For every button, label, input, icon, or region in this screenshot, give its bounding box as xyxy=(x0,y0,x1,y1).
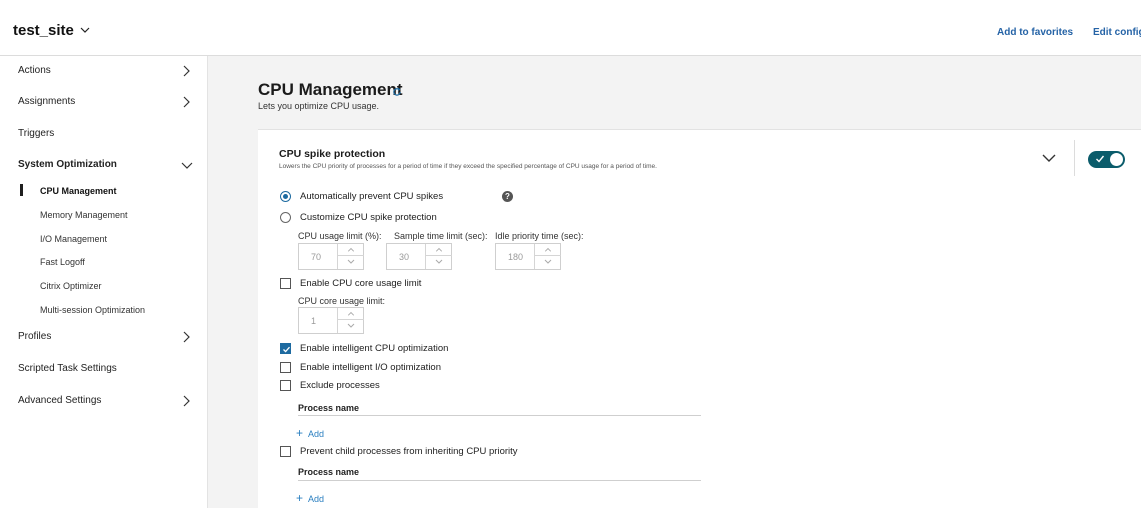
stepper-value[interactable]: 30 xyxy=(399,252,409,262)
chevron-right-icon xyxy=(183,331,190,343)
sidebar-item-label: Profiles xyxy=(18,331,52,342)
sidebar-item-assignments[interactable]: Assignments xyxy=(0,89,208,115)
sidebar-item-triggers[interactable]: Triggers xyxy=(0,121,208,147)
sidebar-subitem-label: Citrix Optimizer xyxy=(40,281,102,291)
idle-priority-time-label: Idle priority time (sec): xyxy=(495,231,584,241)
add-label: Add xyxy=(308,429,325,439)
sidebar-subitem-cpu-management[interactable]: CPU Management xyxy=(0,180,208,202)
sidebar-subitem-citrix-optimizer[interactable]: Citrix Optimizer xyxy=(0,275,208,297)
sidebar-item-system-optimization[interactable]: System Optimization xyxy=(0,152,208,178)
cpu-usage-limit-label: CPU usage limit (%): xyxy=(298,231,382,241)
collapse-chevron-icon[interactable] xyxy=(1041,152,1057,164)
page-title: CPU Management xyxy=(258,80,403,99)
sidebar-subitem-label: Multi-session Optimization xyxy=(40,305,146,315)
active-indicator xyxy=(20,184,23,196)
enable-toggle[interactable] xyxy=(1088,151,1125,168)
increment-icon[interactable] xyxy=(338,308,364,320)
cpu-spike-protection-card: CPU spike protection Lowers the CPU prio… xyxy=(258,129,1141,508)
card-description: Lowers the CPU priority of processes for… xyxy=(279,163,657,170)
add-label: Add xyxy=(308,494,325,504)
decrement-icon[interactable] xyxy=(338,256,364,268)
edit-configuration-link[interactable]: Edit configu xyxy=(1093,27,1141,38)
sidebar-item-label: Assignments xyxy=(18,96,76,107)
radio-label: Automatically prevent CPU spikes xyxy=(300,191,444,202)
decrement-icon[interactable] xyxy=(426,256,452,268)
cpu-core-usage-limit-stepper[interactable]: 1 xyxy=(298,307,364,334)
top-bar: test_site Add to favorites Edit configu xyxy=(0,0,1141,56)
sidebar: Actions Assignments Triggers System Opti… xyxy=(0,56,208,508)
add-process-button[interactable]: + Add xyxy=(296,491,324,505)
add-to-favorites-link[interactable]: Add to favorites xyxy=(997,27,1073,38)
sidebar-item-actions[interactable]: Actions xyxy=(0,58,208,84)
checkbox-label: Exclude processes xyxy=(300,380,380,391)
cpu-core-usage-limit-label: CPU core usage limit: xyxy=(298,296,386,306)
plus-icon: + xyxy=(296,426,304,440)
sidebar-item-label: Triggers xyxy=(18,128,55,139)
check-icon xyxy=(1096,155,1105,163)
process-name-header: Process name xyxy=(298,467,360,477)
sidebar-subitem-multi-session-optimization[interactable]: Multi-session Optimization xyxy=(0,299,208,321)
increment-icon[interactable] xyxy=(426,244,452,256)
sidebar-subitem-label: I/O Management xyxy=(40,234,108,244)
checkbox-label: Enable intelligent CPU optimization xyxy=(300,343,449,354)
divider xyxy=(298,480,701,481)
sidebar-subitem-memory-management[interactable]: Memory Management xyxy=(0,204,208,226)
sidebar-subitem-io-management[interactable]: I/O Management xyxy=(0,228,208,250)
radio-button[interactable] xyxy=(280,191,291,202)
help-icon[interactable]: ? xyxy=(502,191,513,202)
sidebar-subitem-label: Memory Management xyxy=(40,210,128,220)
sidebar-item-profiles[interactable]: Profiles xyxy=(0,324,208,350)
sidebar-item-label: System Optimization xyxy=(18,159,117,170)
divider xyxy=(1074,140,1075,176)
increment-icon[interactable] xyxy=(338,244,364,256)
sidebar-item-label: Scripted Task Settings xyxy=(18,363,117,374)
chevron-right-icon xyxy=(183,96,190,108)
sidebar-item-label: Advanced Settings xyxy=(18,395,102,406)
decrement-icon[interactable] xyxy=(535,256,561,268)
checkbox[interactable] xyxy=(280,278,291,289)
plus-icon: + xyxy=(296,491,304,505)
increment-icon[interactable] xyxy=(535,244,561,256)
checkbox-label: Enable CPU core usage limit xyxy=(300,278,422,289)
sample-time-limit-stepper[interactable]: 30 xyxy=(386,243,452,270)
checkbox-label: Enable intelligent I/O optimization xyxy=(300,362,441,373)
decrement-icon[interactable] xyxy=(338,320,364,332)
checkbox[interactable] xyxy=(280,446,291,457)
chevron-down-icon xyxy=(181,162,193,169)
process-name-header: Process name xyxy=(298,403,360,413)
sidebar-item-advanced-settings[interactable]: Advanced Settings xyxy=(0,388,208,414)
idle-priority-time-stepper[interactable]: 180 xyxy=(495,243,561,270)
checkbox[interactable] xyxy=(280,380,291,391)
radio-button[interactable] xyxy=(280,212,291,223)
card-title: CPU spike protection xyxy=(279,148,386,160)
sample-time-limit-label: Sample time limit (sec): xyxy=(394,231,488,241)
sidebar-item-scripted-task-settings[interactable]: Scripted Task Settings xyxy=(0,356,208,382)
stepper-value[interactable]: 1 xyxy=(311,316,316,326)
sidebar-item-label: Actions xyxy=(18,65,51,76)
radio-label: Customize CPU spike protection xyxy=(300,212,437,223)
cpu-usage-limit-stepper[interactable]: 70 xyxy=(298,243,364,270)
chevron-right-icon xyxy=(183,395,190,407)
checkbox[interactable] xyxy=(280,362,291,373)
checkbox[interactable] xyxy=(280,343,291,354)
divider xyxy=(298,415,701,416)
site-name[interactable]: test_site xyxy=(13,22,74,39)
stepper-value[interactable]: 180 xyxy=(508,252,523,262)
chevron-down-icon[interactable] xyxy=(80,25,90,35)
sidebar-subitem-label: Fast Logoff xyxy=(40,257,85,267)
refresh-icon[interactable] xyxy=(392,87,402,97)
sidebar-subitem-fast-logoff[interactable]: Fast Logoff xyxy=(0,251,208,273)
add-process-button[interactable]: + Add xyxy=(296,426,324,440)
stepper-value[interactable]: 70 xyxy=(311,252,321,262)
toggle-knob xyxy=(1110,153,1123,166)
checkbox-label: Prevent child processes from inheriting … xyxy=(300,446,518,457)
chevron-right-icon xyxy=(183,65,190,77)
page-description: Lets you optimize CPU usage. xyxy=(258,101,380,111)
sidebar-subitem-label: CPU Management xyxy=(40,186,117,196)
